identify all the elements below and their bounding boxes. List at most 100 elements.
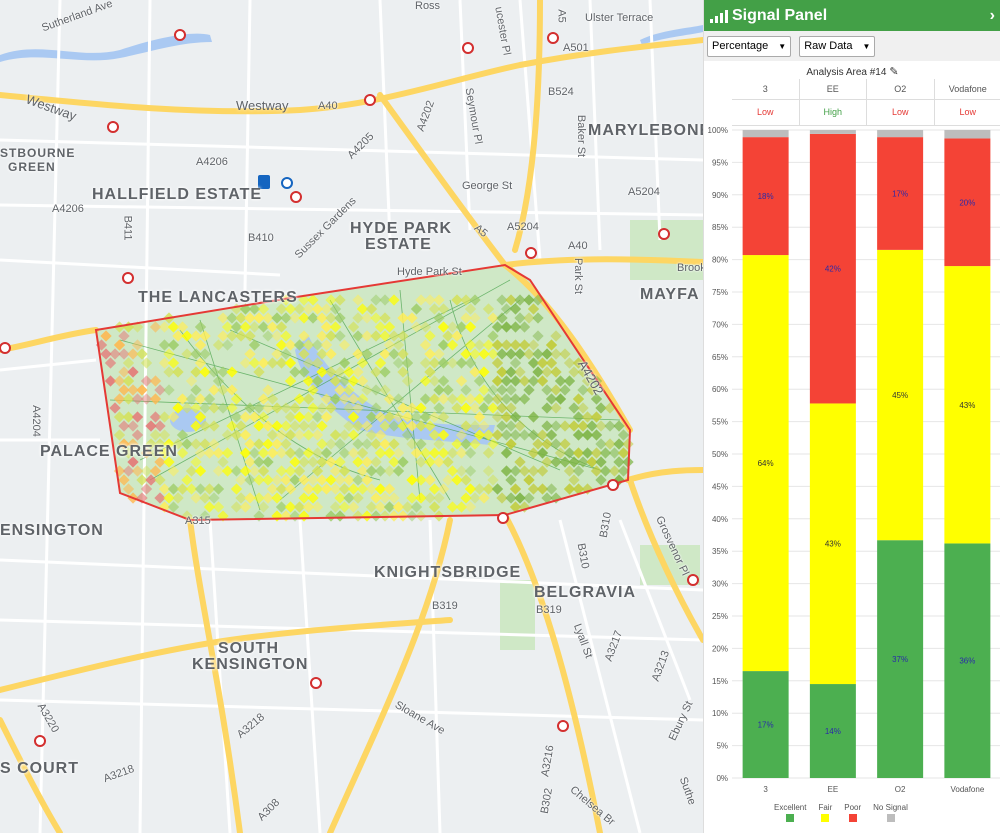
legend-item[interactable]: Fair xyxy=(818,803,832,822)
district-label: MAYFA xyxy=(640,286,700,303)
y-tick-label: 100% xyxy=(708,126,728,135)
road-label: A4204 xyxy=(29,405,42,437)
chevron-right-icon[interactable]: › xyxy=(990,7,995,25)
road-label: Hyde Park St xyxy=(397,266,462,278)
road-label: A5 xyxy=(555,9,568,23)
data-label: 43% xyxy=(959,401,975,410)
bar-segment xyxy=(742,130,789,138)
data-label: 43% xyxy=(825,540,841,549)
road-label: Brook xyxy=(677,262,703,274)
y-tick-label: 50% xyxy=(712,450,728,459)
data-select-value: Raw Data xyxy=(804,40,853,52)
data-select[interactable]: Raw Data ▼ xyxy=(799,35,876,57)
bar-segment xyxy=(877,130,924,138)
legend-item[interactable]: No Signal xyxy=(873,803,908,822)
legend-swatch xyxy=(848,814,857,822)
panel-title: Signal Panel xyxy=(732,6,828,24)
operator-name: O2 xyxy=(866,79,934,99)
road-label: B524 xyxy=(548,86,574,98)
y-tick-label: 10% xyxy=(712,709,728,718)
y-tick-label: 65% xyxy=(712,353,728,362)
mode-select[interactable]: Percentage ▼ xyxy=(707,35,792,57)
data-label: 20% xyxy=(959,198,975,207)
road-label: A5204 xyxy=(628,186,660,198)
road-label: A40 xyxy=(568,240,588,252)
road-label: B411 xyxy=(121,215,134,241)
data-label: 17% xyxy=(758,721,774,730)
road-label: A4206 xyxy=(52,203,84,215)
y-tick-label: 85% xyxy=(712,223,728,232)
y-tick-label: 5% xyxy=(716,742,728,751)
district-label: ESTATE xyxy=(365,236,432,253)
chevron-down-icon: ▼ xyxy=(778,41,787,51)
road-label: A501 xyxy=(563,42,589,54)
y-tick-label: 20% xyxy=(712,644,728,653)
data-label: 18% xyxy=(758,192,774,201)
x-tick-label: O2 xyxy=(895,785,906,794)
operator-name: Vodafone xyxy=(933,79,1000,99)
road-label: Ulster Terrace xyxy=(585,12,654,24)
district-label: KENSINGTON xyxy=(192,656,309,673)
district-label: PALACE GREEN xyxy=(40,443,178,460)
district-label: KNIGHTSBRIDGE xyxy=(374,564,522,581)
district-label: S COURT xyxy=(0,760,79,777)
area-label: STBOURNE xyxy=(0,146,76,160)
legend-item[interactable]: Excellent xyxy=(774,803,806,822)
map-view[interactable]: MARYLEBONE HALLFIELD ESTATE HYDE PARK ES… xyxy=(0,0,703,833)
legend-label: Excellent xyxy=(774,803,807,812)
district-label: BELGRAVIA xyxy=(534,584,637,601)
panel-controls: Percentage ▼ Raw Data ▼ xyxy=(704,31,1000,61)
data-label: 17% xyxy=(892,190,908,199)
district-label: HALLFIELD ESTATE xyxy=(92,186,263,203)
chevron-down-icon: ▼ xyxy=(862,41,871,51)
operator-name: EE xyxy=(798,79,867,99)
coverage-stacked-bar-chart: 0% 5% 10% 15% 20% 25% 30% 35% 40% 45% 50% 55% 60% 65%… xyxy=(708,126,1000,794)
signal-bars-icon xyxy=(710,9,728,23)
data-label: 14% xyxy=(825,727,841,736)
road-label: B410 xyxy=(248,232,274,244)
legend-label: Poor xyxy=(844,803,862,812)
road-label: Baker St xyxy=(575,114,588,158)
legend-item[interactable]: Poor xyxy=(844,803,861,822)
bar-segment xyxy=(944,130,991,139)
data-label: 42% xyxy=(825,265,841,274)
road-label: Ross xyxy=(415,0,441,12)
pencil-icon[interactable]: ✎ xyxy=(889,66,898,78)
data-label: 64% xyxy=(758,459,774,468)
legend-swatch xyxy=(786,814,795,822)
district-label: MARYLEBONE xyxy=(588,122,703,139)
legend-swatch xyxy=(821,814,830,822)
y-tick-label: 55% xyxy=(712,418,728,427)
operator-name: 3 xyxy=(762,84,768,94)
y-tick-label: 35% xyxy=(712,547,728,556)
legend-label: Fair xyxy=(818,803,833,812)
y-tick-label: 25% xyxy=(712,612,728,621)
district-label: ENSINGTON xyxy=(0,522,104,539)
area-title-row: Analysis Area #14 ✎ xyxy=(704,65,1000,79)
data-label: 45% xyxy=(892,391,908,400)
legend-label: No Signal xyxy=(873,803,908,812)
y-tick-label: 15% xyxy=(712,677,728,686)
mode-select-value: Percentage xyxy=(712,40,769,52)
x-tick-label: Vodafone xyxy=(950,785,984,794)
area-title: Analysis Area #14 xyxy=(806,67,887,78)
y-tick-label: 45% xyxy=(712,482,728,491)
road-label: B319 xyxy=(536,604,562,616)
y-tick-label: 75% xyxy=(712,288,728,297)
chart-legend: Excellent Fair Poor No Signal xyxy=(774,803,908,822)
road-label: B319 xyxy=(432,600,458,612)
road-label: A315 xyxy=(185,515,211,527)
y-tick-label: 70% xyxy=(712,320,728,329)
y-tick-label: 95% xyxy=(712,158,728,167)
road-label: George St xyxy=(462,180,513,192)
y-tick-label: 0% xyxy=(716,774,728,783)
operator-header-row: 3 EE O2 Vodafone xyxy=(732,79,1000,100)
legend-swatch xyxy=(886,814,895,822)
district-label: THE LANCASTERS xyxy=(138,289,298,306)
x-tick-label: 3 xyxy=(763,785,768,794)
road-label: Westway xyxy=(236,98,289,113)
y-tick-label: 90% xyxy=(712,191,728,200)
y-tick-label: 60% xyxy=(712,385,728,394)
x-tick-label: EE xyxy=(828,785,839,794)
data-label: 37% xyxy=(892,655,908,664)
